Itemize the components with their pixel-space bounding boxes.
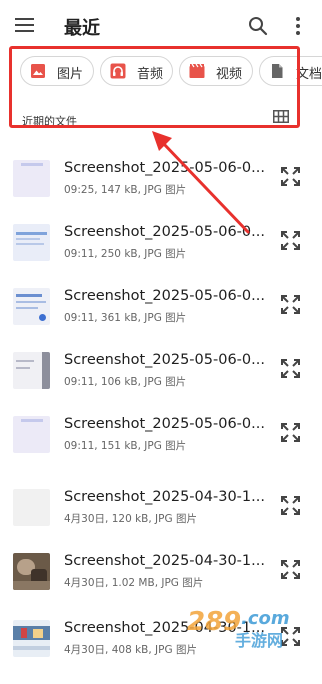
file-meta: 09:11, 361 kB, JPG 图片 [64,312,187,324]
file-name: Screenshot_2025-05-06-0... [64,160,265,176]
more-vert-icon[interactable] [290,16,306,36]
file-name: Screenshot_2025-04-30-1... [64,553,265,569]
file-name: Screenshot_2025-05-06-0... [64,352,265,368]
watermark-logo: 289 .com 手游网 [187,607,290,650]
expand-icon[interactable] [280,495,301,516]
file-thumbnail [13,489,50,526]
file-meta: 09:25, 147 kB, JPG 图片 [64,184,187,196]
expand-icon[interactable] [280,358,301,379]
app-bar: 最近 [0,0,322,52]
file-thumbnail [13,160,50,197]
hamburger-menu-icon[interactable] [15,18,34,32]
page-title: 最近 [64,18,100,39]
expand-icon[interactable] [280,422,301,443]
file-row[interactable]: Screenshot_2025-05-06-0... 09:11, 151 kB… [0,416,322,480]
svg-text:手游网: 手游网 [235,631,283,650]
file-thumbnail [13,288,50,325]
file-meta: 4月30日, 408 kB, JPG 图片 [64,644,197,656]
file-name: Screenshot_2025-05-06-0... [64,416,265,432]
search-icon[interactable] [248,16,268,36]
svg-text:289: 289 [187,607,241,637]
file-meta: 09:11, 151 kB, JPG 图片 [64,440,187,452]
file-meta: 09:11, 106 kB, JPG 图片 [64,376,187,388]
file-row[interactable]: Screenshot_2025-04-30-1... 4月30日, 120 kB… [0,489,322,553]
file-name: Screenshot_2025-05-06-0... [64,224,265,240]
expand-icon[interactable] [280,230,301,251]
file-thumbnail [13,352,50,389]
file-name: Screenshot_2025-04-30-1... [64,489,265,505]
file-name: Screenshot_2025-05-06-0... [64,288,265,304]
file-thumbnail [13,224,50,261]
annotation-highlight-box [9,46,300,128]
expand-icon[interactable] [280,294,301,315]
file-meta: 09:11, 250 kB, JPG 图片 [64,248,187,260]
file-row[interactable]: Screenshot_2025-05-06-0... 09:25, 147 kB… [0,160,322,224]
file-row[interactable]: Screenshot_2025-05-06-0... 09:11, 361 kB… [0,288,322,352]
file-thumbnail [13,416,50,453]
expand-icon[interactable] [280,166,301,187]
expand-icon[interactable] [280,559,301,580]
file-row[interactable]: Screenshot_2025-05-06-0... 09:11, 106 kB… [0,352,322,416]
file-row[interactable]: Screenshot_2025-05-06-0... 09:11, 250 kB… [0,224,322,288]
svg-text:.com: .com [241,608,290,629]
file-thumbnail [13,620,50,657]
file-meta: 4月30日, 1.02 MB, JPG 图片 [64,577,204,589]
file-thumbnail [13,553,50,590]
file-meta: 4月30日, 120 kB, JPG 图片 [64,513,197,525]
